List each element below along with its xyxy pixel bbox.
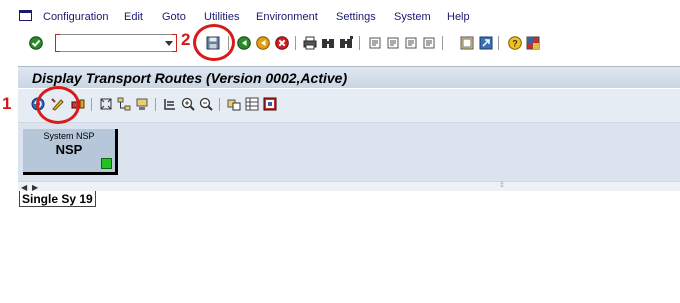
system-box-label: System NSP bbox=[43, 131, 95, 141]
toolbar-separator bbox=[442, 36, 443, 50]
annotation-circle-one bbox=[36, 86, 80, 124]
field-bracket-left bbox=[55, 34, 60, 52]
find-next-icon[interactable] bbox=[339, 36, 353, 50]
previous-page-icon[interactable] bbox=[386, 36, 400, 50]
back-icon[interactable] bbox=[237, 36, 251, 50]
toolbar-separator bbox=[295, 36, 296, 50]
toolbar-separator bbox=[91, 98, 92, 111]
svg-text:?: ? bbox=[512, 39, 518, 49]
menu-help[interactable]: Help bbox=[447, 11, 470, 23]
layout-menu-icon[interactable] bbox=[526, 36, 540, 50]
help-icon[interactable]: ? bbox=[508, 36, 522, 50]
annotation-number-one: 1 bbox=[2, 94, 12, 113]
toolbar-separator bbox=[219, 98, 220, 111]
last-page-icon[interactable] bbox=[422, 36, 436, 50]
toolbar-separator bbox=[155, 98, 156, 111]
menu-edit[interactable]: Edit bbox=[124, 11, 143, 23]
title-bar: Display Transport Routes (Version 0002,A… bbox=[18, 66, 680, 88]
legend-icon[interactable] bbox=[263, 97, 277, 111]
zoom-in-icon[interactable] bbox=[181, 97, 195, 111]
zoom-out-icon[interactable] bbox=[199, 97, 213, 111]
print-icon[interactable] bbox=[303, 36, 317, 50]
scroll-grip-icon[interactable]: ⁞⁞⁞ bbox=[500, 182, 504, 189]
object-icon[interactable] bbox=[227, 97, 241, 111]
cancel-icon[interactable] bbox=[275, 36, 289, 50]
fit-screen-icon[interactable] bbox=[99, 97, 113, 111]
menu-configuration[interactable]: Configuration bbox=[43, 11, 108, 23]
chevron-down-icon[interactable] bbox=[165, 41, 173, 46]
enter-check-icon[interactable] bbox=[29, 36, 43, 50]
menu-system[interactable]: System bbox=[394, 11, 431, 23]
menu-bar: Configuration Edit Goto Utilities Enviro… bbox=[0, 0, 680, 33]
toolbar-separator bbox=[359, 36, 360, 50]
next-page-icon[interactable] bbox=[404, 36, 418, 50]
system-status-indicator bbox=[101, 158, 112, 169]
application-toolbar bbox=[18, 89, 680, 123]
system-box[interactable]: System NSP NSP bbox=[23, 129, 118, 175]
list-icon[interactable] bbox=[163, 97, 177, 111]
first-page-icon[interactable] bbox=[368, 36, 382, 50]
menu-environment[interactable]: Environment bbox=[256, 11, 318, 23]
page-title: Display Transport Routes (Version 0002,A… bbox=[32, 70, 348, 86]
table-icon[interactable] bbox=[245, 97, 259, 111]
system-box-id: NSP bbox=[55, 142, 83, 157]
find-icon[interactable] bbox=[321, 36, 335, 50]
standard-toolbar: ? bbox=[0, 33, 680, 55]
window-menu-icon[interactable] bbox=[19, 10, 32, 21]
shortcut-icon[interactable] bbox=[479, 36, 493, 50]
menu-utilities[interactable]: Utilities bbox=[204, 11, 239, 23]
left-margin bbox=[0, 55, 18, 303]
toolbar-separator bbox=[498, 36, 499, 50]
annotation-number-two: 2 bbox=[181, 30, 191, 49]
exit-icon[interactable] bbox=[256, 36, 270, 50]
status-label: Single Sy 19 bbox=[19, 191, 96, 207]
tree-icon[interactable] bbox=[117, 97, 131, 111]
horizontal-scrollbar[interactable]: ◀ ▶ ⁞⁞⁞ bbox=[18, 181, 680, 192]
annotation-circle-two bbox=[193, 24, 235, 61]
menu-settings[interactable]: Settings bbox=[336, 11, 376, 23]
new-session-icon[interactable] bbox=[460, 36, 474, 50]
command-field[interactable] bbox=[55, 34, 177, 52]
menu-goto[interactable]: Goto bbox=[162, 11, 186, 23]
system-icon[interactable] bbox=[135, 97, 149, 111]
